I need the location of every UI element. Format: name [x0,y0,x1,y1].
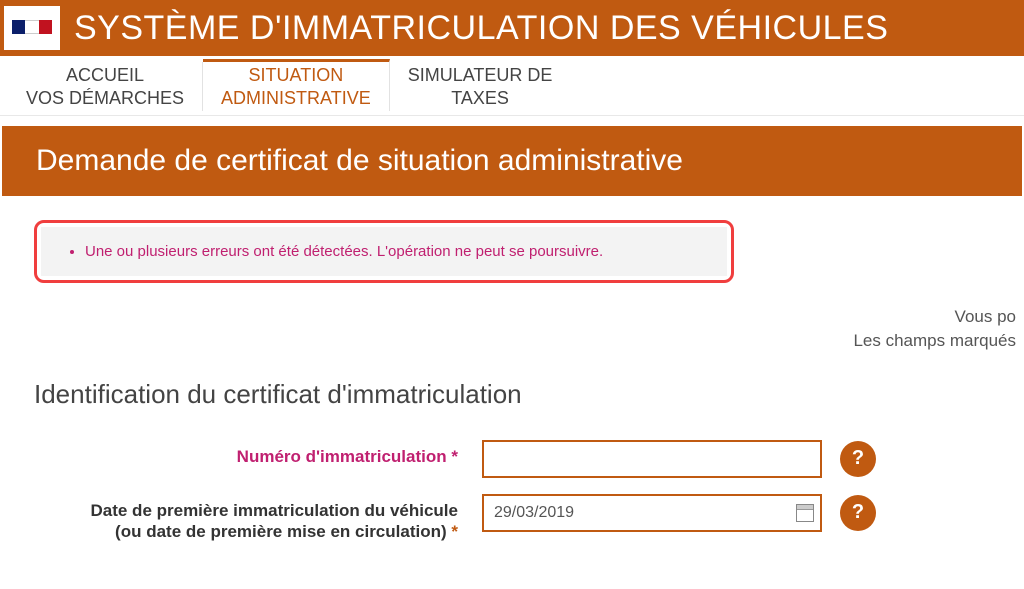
immatriculation-input[interactable] [482,440,822,478]
nav-label: ACCUEIL [26,64,184,87]
site-header: SYSTÈME D'IMMATRICULATION DES VÉHICULES [0,0,1024,56]
page-hints: Vous po Les champs marqués [34,305,1016,353]
label-immatriculation: Numéro d'immatriculation * [34,440,482,467]
date-input-wrap [482,494,822,532]
field-immatriculation: ? [482,440,876,478]
gov-logo [4,6,60,50]
nav-label: TAXES [408,87,553,110]
label-text: Numéro d'immatriculation [237,447,447,466]
nav-label: SIMULATEUR DE [408,64,553,87]
hint-line: Vous po [34,305,1016,329]
site-title: SYSTÈME D'IMMATRICULATION DES VÉHICULES [74,9,888,48]
form-row-immatriculation: Numéro d'immatriculation * ? [34,440,1016,478]
error-message: Une ou plusieurs erreurs ont été détecté… [85,243,701,260]
date-input[interactable] [482,494,822,532]
help-button[interactable]: ? [840,495,876,531]
section-heading: Identification du certificat d'immatricu… [34,379,1016,410]
help-button[interactable]: ? [840,441,876,477]
nav-label: ADMINISTRATIVE [221,87,371,110]
error-alert: Une ou plusieurs erreurs ont été détecté… [41,227,727,276]
label-date: Date de première immatriculation du véhi… [34,494,482,543]
field-date: ? [482,494,876,532]
required-mark: * [451,447,458,466]
required-mark: * [451,522,458,541]
label-text: (ou date de première mise en circulation… [115,522,447,541]
error-alert-highlight: Une ou plusieurs erreurs ont été détecté… [34,220,734,283]
nav-item-accueil[interactable]: ACCUEIL VOS DÉMARCHES [8,62,203,111]
nav-item-situation[interactable]: SITUATION ADMINISTRATIVE [203,59,390,111]
page-title: Demande de certificat de situation admin… [2,126,1022,196]
nav-item-simulateur[interactable]: SIMULATEUR DE TAXES [390,62,571,111]
nav-label: VOS DÉMARCHES [26,87,184,110]
label-text: Date de première immatriculation du véhi… [90,501,458,520]
form-row-date: Date de première immatriculation du véhi… [34,494,1016,543]
hint-line: Les champs marqués [34,329,1016,353]
tricolor-icon [12,20,52,34]
main-nav: ACCUEIL VOS DÉMARCHES SITUATION ADMINIST… [0,56,1024,116]
calendar-icon[interactable] [796,504,814,522]
content-area: Une ou plusieurs erreurs ont été détecté… [0,220,1024,542]
nav-label: SITUATION [221,64,371,87]
